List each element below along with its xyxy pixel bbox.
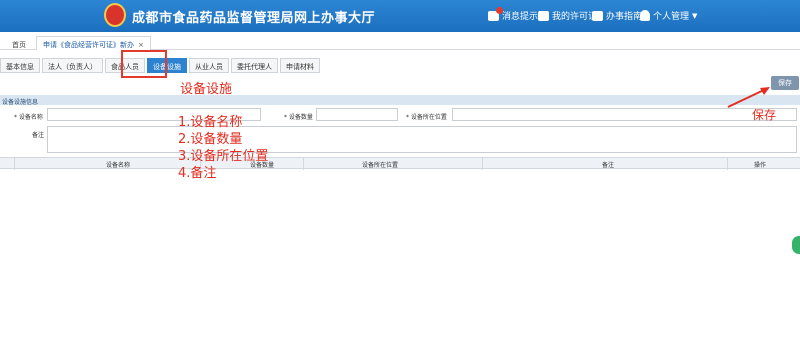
floating-help-icon[interactable]: [792, 236, 800, 254]
top-header: 成都市食品药品监督管理局网上办事大厅 消息提示 我的许可证 办事指南 个人管理 …: [0, 0, 800, 32]
subtab-legal-person[interactable]: 法人（负责人）: [42, 58, 103, 73]
annotation-item: 1.设备名称: [178, 115, 243, 130]
annotation-highlight-box: [121, 50, 167, 78]
annotation-item: 4.备注: [178, 166, 217, 181]
column-divider: [727, 158, 728, 170]
close-icon[interactable]: ×: [138, 41, 144, 49]
header-license-link[interactable]: 我的许可证: [538, 9, 597, 22]
equipment-table-header: 设备名称 设备数量 设备所在位置 备注 操作: [0, 157, 800, 170]
header-guide-link[interactable]: 办事指南: [592, 9, 642, 22]
equipment-count-label: * 设备数量: [284, 114, 313, 121]
annotation-title: 设备设施: [180, 82, 233, 97]
header-guide-label: 办事指南: [606, 12, 643, 22]
column-equipment-name: 设备名称: [106, 162, 131, 169]
column-divider: [303, 158, 304, 170]
column-remark: 备注: [602, 162, 615, 169]
annotation-save: 保存: [752, 108, 777, 122]
license-icon: [538, 10, 549, 21]
column-divider: [482, 158, 483, 170]
header-user-label: 个人管理: [653, 12, 690, 22]
tab-home[interactable]: 首页: [12, 40, 26, 50]
subtab-materials[interactable]: 申请材料: [280, 58, 320, 73]
header-messages-link[interactable]: 消息提示: [488, 6, 539, 22]
annotation-item: 3.设备所在位置: [178, 149, 269, 164]
subtab-agent[interactable]: 委托代理人: [231, 58, 278, 73]
equipment-location-label: * 设备所在位置: [406, 114, 447, 121]
chevron-down-icon: ▼: [692, 11, 698, 20]
message-icon: [488, 6, 503, 21]
user-icon: [640, 10, 650, 21]
site-title: 成都市食品药品监督管理局网上办事大厅: [132, 11, 376, 26]
header-messages-label: 消息提示: [502, 12, 539, 22]
emblem-icon: [104, 3, 126, 27]
header-user-menu[interactable]: 个人管理 ▼: [640, 9, 697, 22]
notification-dot: [496, 6, 503, 14]
page: 成都市食品药品监督管理局网上办事大厅 消息提示 我的许可证 办事指南 个人管理 …: [0, 0, 800, 340]
column-divider: [14, 158, 15, 170]
section-title: 设备设施信息: [0, 95, 800, 106]
column-actions: 操作: [754, 162, 767, 169]
annotation-list: 1.设备名称 2.设备数量 3.设备所在位置 4.备注: [178, 114, 268, 182]
header-license-label: 我的许可证: [552, 12, 598, 22]
annotation-item: 2.设备数量: [178, 132, 243, 147]
remark-textarea[interactable]: [47, 126, 797, 153]
column-equipment-location: 设备所在位置: [362, 162, 399, 169]
tab-license-application-label: 申请《食品经营许可证》新办: [43, 41, 134, 49]
equipment-name-label: * 设备名称: [14, 114, 43, 121]
save-button[interactable]: 保存: [771, 76, 799, 90]
tab-license-application[interactable]: 申请《食品经营许可证》新办 ×: [36, 36, 151, 50]
page-tab-strip: 首页 申请《食品经营许可证》新办 ×: [0, 36, 800, 50]
guide-icon: [592, 10, 603, 21]
subtab-basic-info[interactable]: 基本信息: [0, 58, 40, 73]
equipment-count-input[interactable]: [316, 108, 398, 121]
remark-label: 备注: [32, 132, 45, 139]
subtab-employees[interactable]: 从业人员: [189, 58, 229, 73]
